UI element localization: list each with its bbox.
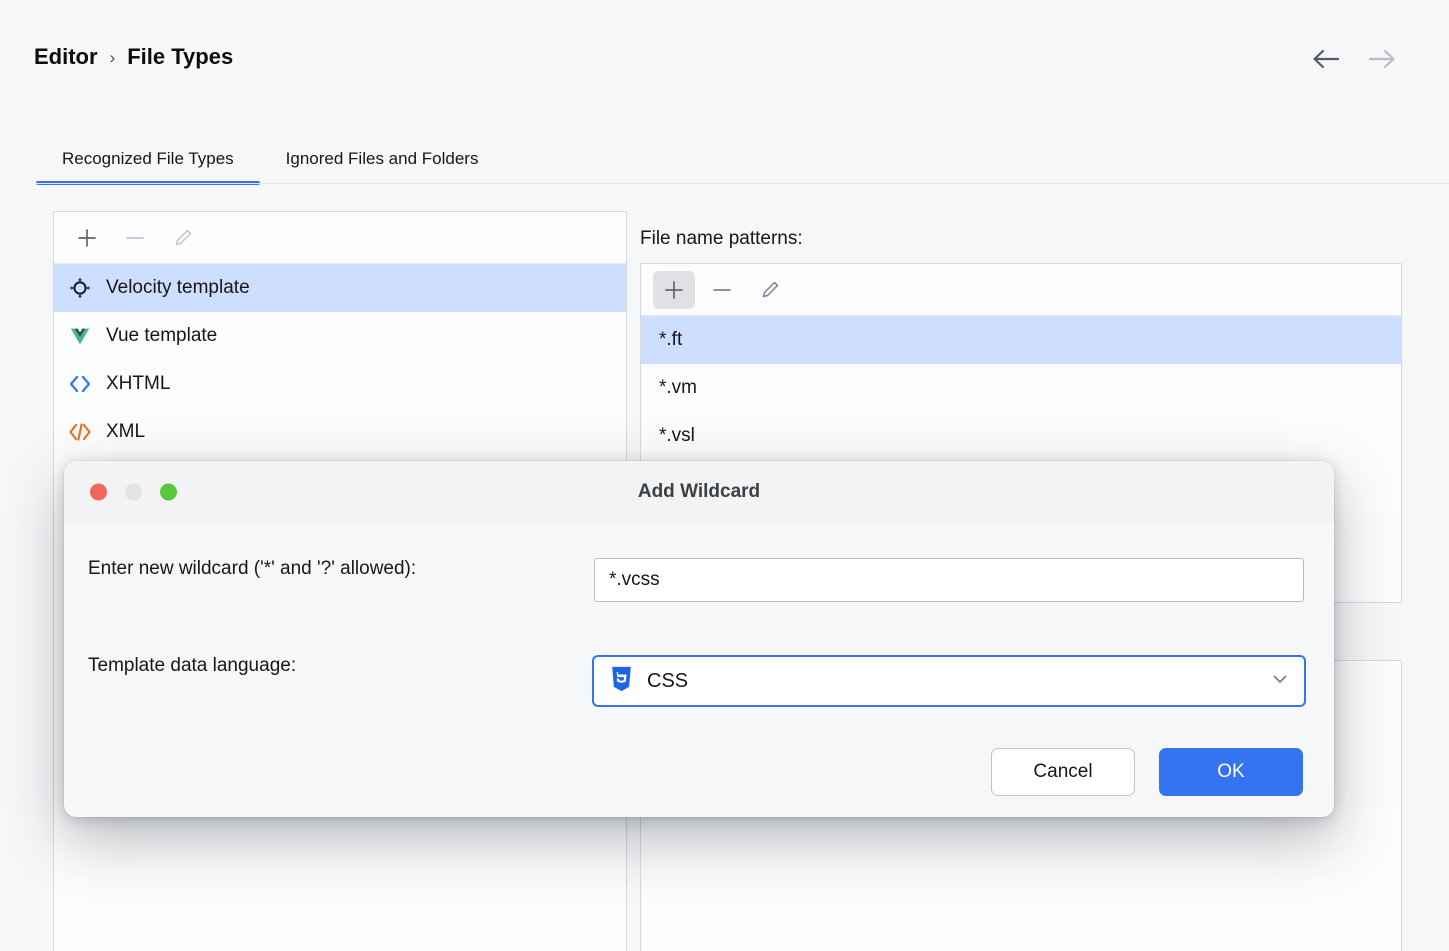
ok-button[interactable]: OK xyxy=(1159,748,1303,796)
wildcard-label: Enter new wildcard ('*' and '?' allowed)… xyxy=(88,558,416,580)
dialog-buttons: Cancel OK xyxy=(991,748,1303,796)
wildcard-row: Enter new wildcard ('*' and '?' allowed)… xyxy=(88,558,416,580)
wildcard-input[interactable] xyxy=(594,558,1304,602)
template-data-language-select[interactable]: CSS xyxy=(592,655,1306,707)
template-data-language-value: CSS xyxy=(647,670,1256,693)
dialog-title: Add Wildcard xyxy=(64,481,1334,503)
chevron-down-icon[interactable] xyxy=(1270,669,1290,694)
cancel-button[interactable]: Cancel xyxy=(991,748,1135,796)
dialog-backdrop: Add Wildcard Enter new wildcard ('*' and… xyxy=(0,0,1449,951)
dialog-titlebar: Add Wildcard xyxy=(64,461,1334,524)
language-row: Template data language: xyxy=(88,655,296,677)
template-data-language-label: Template data language: xyxy=(88,655,296,677)
css-icon xyxy=(610,666,633,697)
